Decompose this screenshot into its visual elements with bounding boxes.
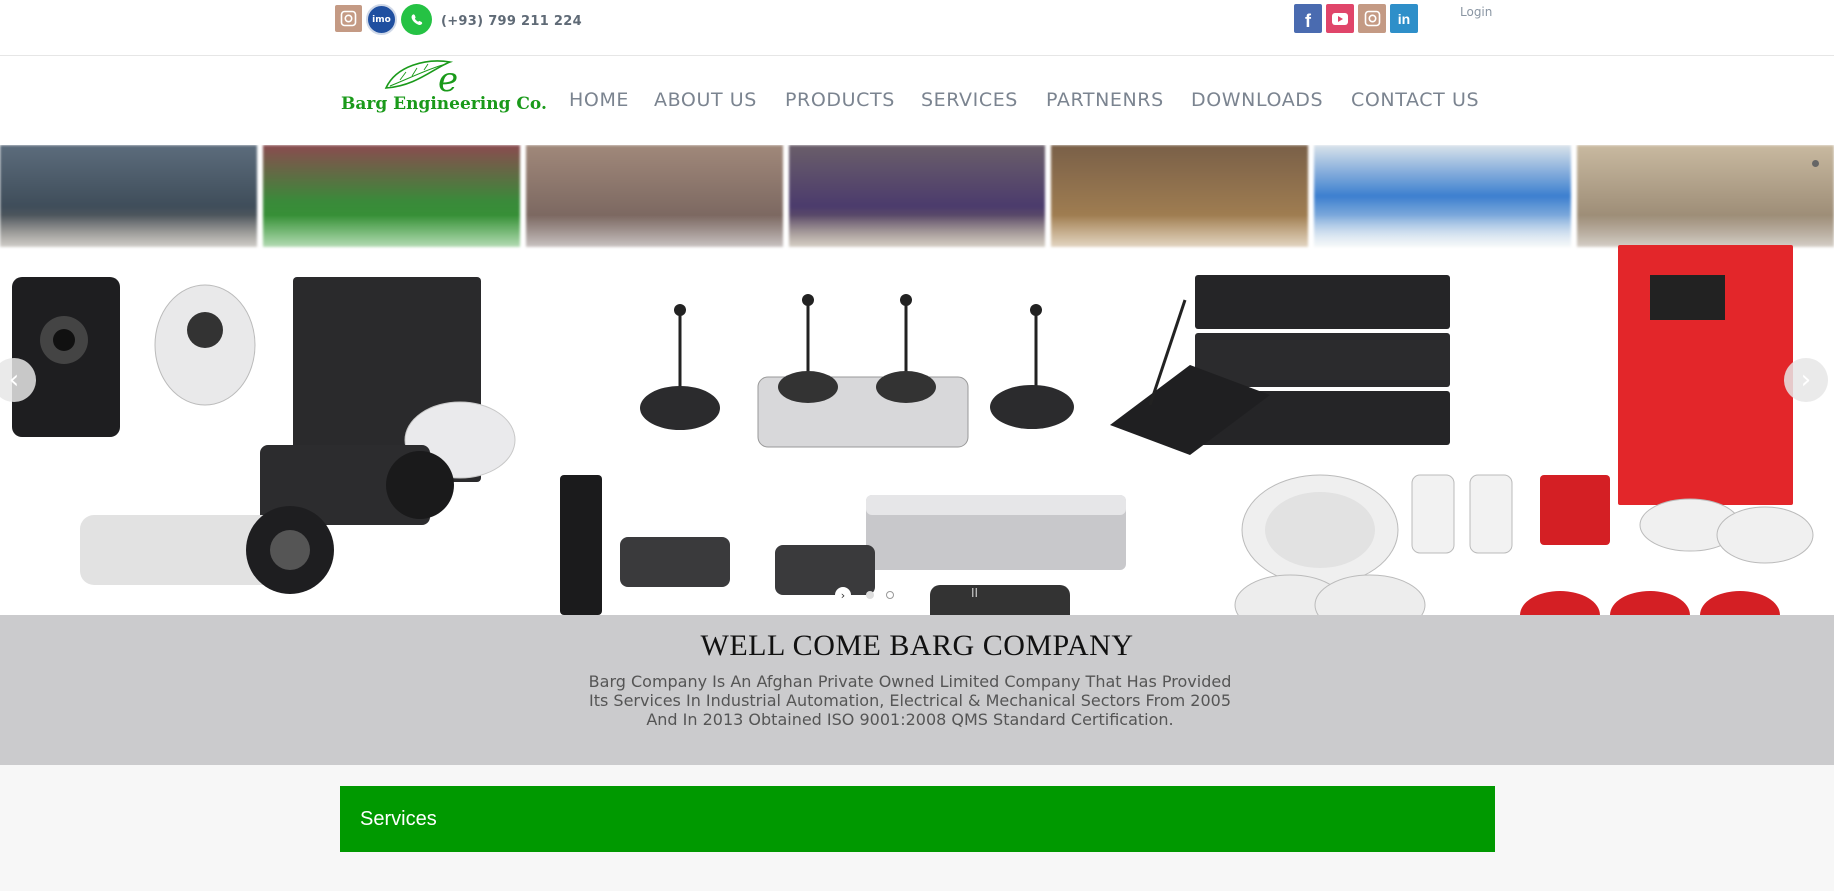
nav-about-us[interactable]: ABOUT US [654,89,757,111]
nav-contact-us[interactable]: CONTACT US [1351,89,1479,111]
nav-partners[interactable]: PARTNENRS [1046,89,1164,111]
nav-products[interactable]: PRODUCTS [785,89,895,111]
slider-dot-1[interactable] [866,591,874,599]
youtube-icon[interactable] [1326,4,1354,33]
welcome-title: WELL COME BARG COMPANY [700,629,1134,662]
nav-services[interactable]: SERVICES [921,89,1018,111]
slider-dot-2[interactable] [886,591,894,599]
slider-indicator-dot[interactable] [1812,160,1819,167]
phone-number: (+93) 799 211 224 [441,14,582,29]
instagram-icon[interactable] [335,5,362,32]
hero-slider: › II [0,145,1834,615]
product-showcase-image [12,245,1814,615]
chevron-left-icon: ‹ [8,365,20,395]
linkedin-icon[interactable]: in [1390,4,1418,33]
pause-icon[interactable]: II [971,586,978,600]
facebook-icon[interactable]: f [1294,4,1322,33]
chevron-right-icon: › [1800,365,1812,395]
services-title: Services [360,808,437,830]
whatsapp-icon[interactable] [401,4,432,35]
main-header [0,56,1834,145]
nav-downloads[interactable]: DOWNLOADS [1191,89,1323,111]
chevron-right-icon[interactable]: › [835,587,851,603]
slider-next-button[interactable]: › [1784,358,1828,402]
instagram-icon[interactable] [1358,4,1386,33]
logo-text: Barg Engineering Co. [341,94,547,114]
services-header: Services [340,786,1495,852]
welcome-description: Barg Company Is An Afghan Private Owned … [588,672,1232,729]
nav-home[interactable]: HOME [569,89,629,111]
welcome-section: WELL COME BARG COMPANY Barg Company Is A… [0,615,1834,765]
top-bar: imo (+93) 799 211 224 f in Login [0,0,1834,56]
imo-icon[interactable]: imo [366,4,397,35]
login-link[interactable]: Login [1460,5,1492,19]
